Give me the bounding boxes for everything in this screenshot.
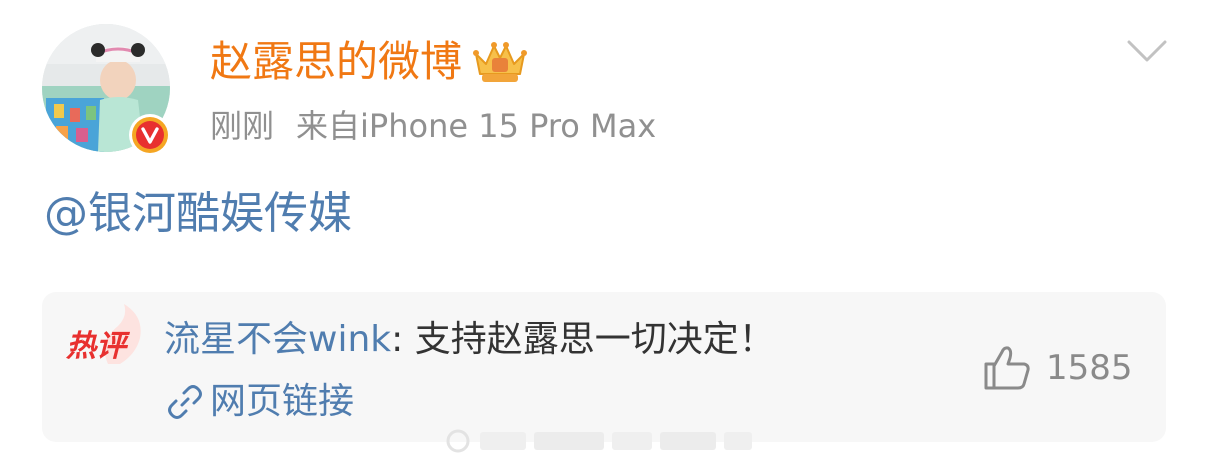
author-name-row[interactable]: 赵露思的微博 [210,36,528,88]
like-count: 1585 [1046,348,1133,388]
comment-text-line: 流星不会wink: 支持赵露思一切决定！ [164,316,775,364]
web-link-label[interactable]: 网页链接 [210,378,354,426]
web-link[interactable]: 网页链接 [166,378,354,426]
hot-comment-card[interactable]: 热评 流星不会wink: 支持赵露思一切决定！ 网页链接 1585 [42,292,1166,442]
comment-username[interactable]: 流星不会wink [164,319,391,360]
like-button[interactable]: 1585 [982,344,1133,392]
post-content[interactable]: @银河酷娱传媒 [44,184,352,244]
comment-text: 支持赵露思一切决定！ [414,319,775,360]
chevron-down-icon[interactable] [1126,38,1168,66]
post-source: 来自iPhone 15 Pro Max [296,107,657,145]
post-meta: 刚刚 来自iPhone 15 Pro Max [210,104,656,148]
post-time: 刚刚 [210,107,275,145]
link-icon [168,385,202,419]
verified-badge-icon [129,114,171,156]
hot-comment-badge: 热评 [65,304,141,364]
hot-badge-label: 热评 [65,329,131,364]
watermark [446,429,752,453]
crown-icon [473,42,528,82]
author-name[interactable]: 赵露思的微博 [210,36,462,88]
thumbs-up-icon [984,346,1030,390]
comment-separator: : [391,319,415,360]
